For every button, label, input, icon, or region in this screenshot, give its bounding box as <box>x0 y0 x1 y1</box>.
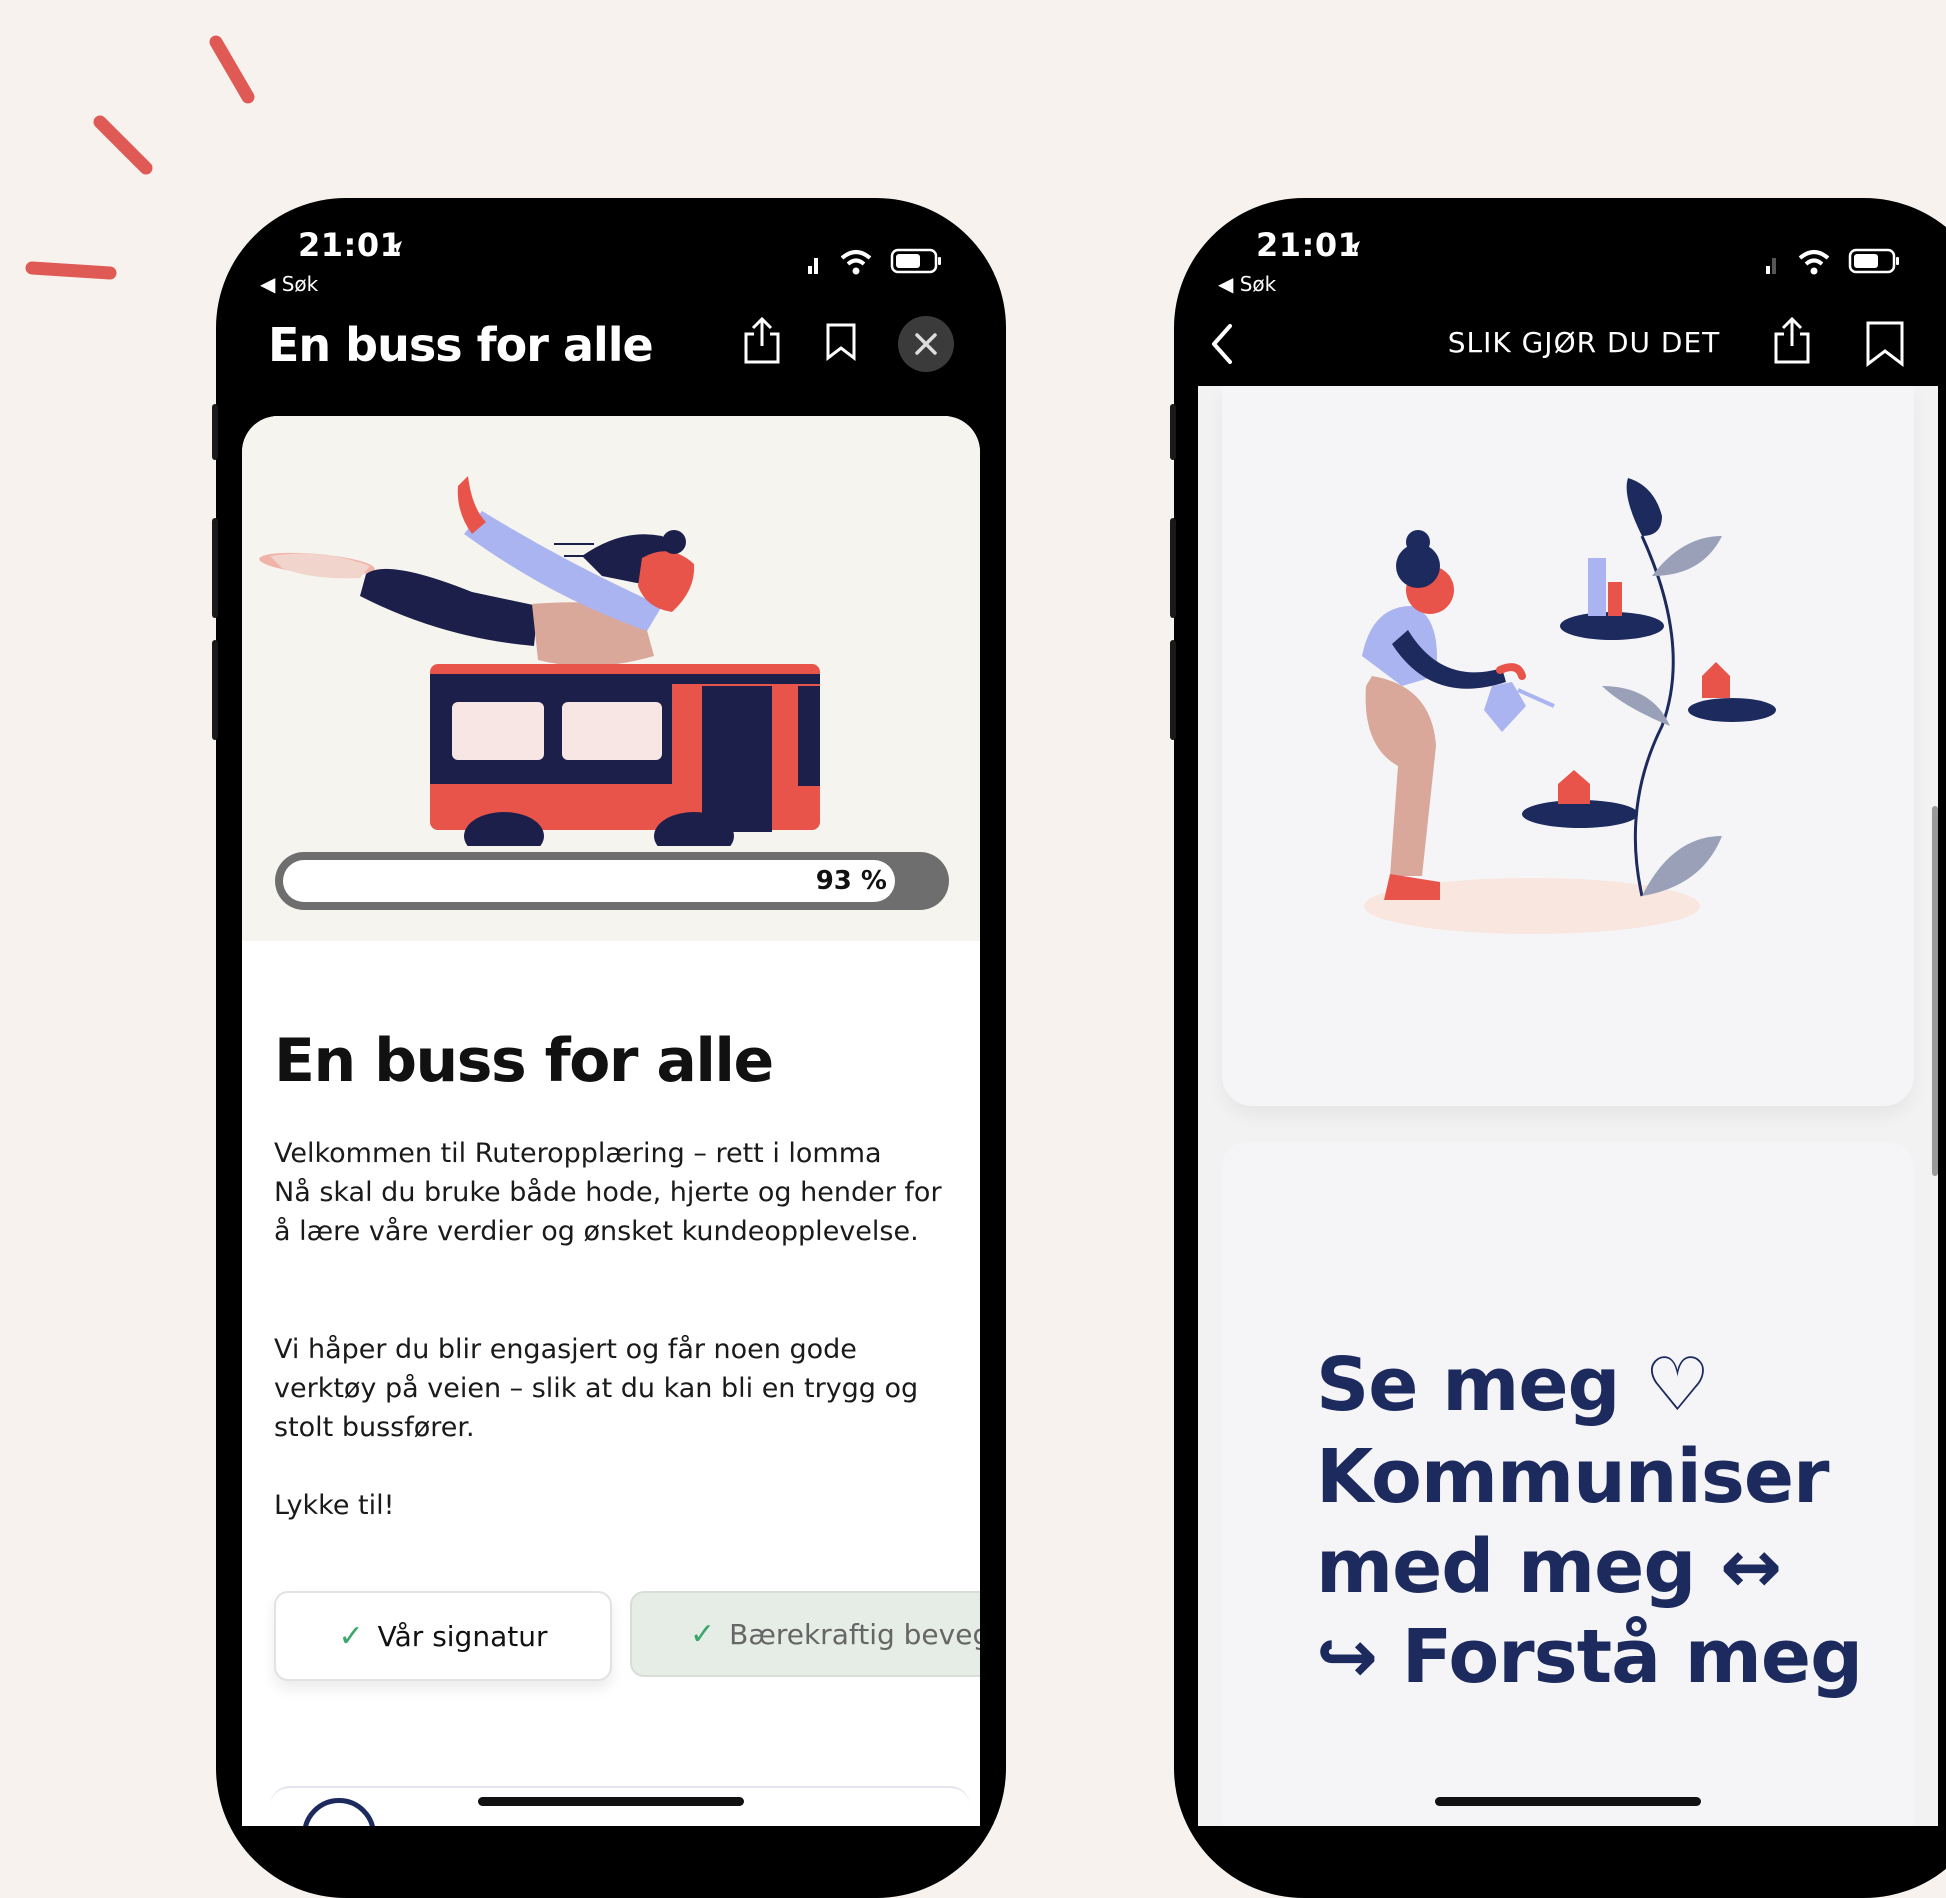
side-button <box>212 404 218 460</box>
volume-down-button <box>212 640 218 740</box>
close-icon <box>915 333 937 355</box>
location-arrow-icon <box>1348 241 1360 254</box>
battery-icon <box>890 248 941 274</box>
illustration-card <box>1222 386 1914 1106</box>
scrollbar-thumb[interactable] <box>1932 806 1938 1176</box>
share-icon[interactable] <box>740 316 784 366</box>
next-card-edge <box>270 1786 970 1826</box>
status-bar: 21:01 ◀ Søk <box>1174 198 1946 308</box>
phone-left: 21:01 ◀ Søk En buss for alle 93 % En bus… <box>212 198 1006 1898</box>
gardener-illustration <box>1362 478 1776 934</box>
progress-fill <box>283 860 895 902</box>
home-indicator <box>478 1797 744 1806</box>
volume-down-button <box>1170 640 1176 740</box>
home-indicator <box>1435 1797 1701 1806</box>
status-icons <box>808 248 941 275</box>
text-line-kommuniser: Kommuniser <box>1316 1434 1830 1520</box>
chip-baerekraftig[interactable]: ✓ Bærekraftig bevege <box>630 1591 980 1677</box>
text-card: Se meg ♡ Kommuniser med meg ↔ ↪ Forstå m… <box>1222 1142 1914 1826</box>
progress-bar: 93 % <box>275 852 949 910</box>
bookmark-icon[interactable] <box>1864 320 1906 368</box>
signal-icon <box>808 258 818 274</box>
content-screen: Se meg ♡ Kommuniser med meg ↔ ↪ Forstå m… <box>1198 386 1938 1826</box>
header-title: SLIK GJØR DU DET <box>1447 326 1721 359</box>
battery-icon <box>1848 248 1899 274</box>
wifi-icon <box>840 250 872 275</box>
check-icon: ✓ <box>338 1618 364 1654</box>
status-icons <box>1766 248 1899 275</box>
share-icon[interactable] <box>1770 316 1814 366</box>
text-line-med-meg: med meg ↔ <box>1316 1524 1782 1610</box>
article-paragraph-3: Lykke til! <box>274 1490 395 1521</box>
bookmark-icon[interactable] <box>824 322 858 362</box>
volume-up-button <box>212 518 218 618</box>
volume-up-button <box>1170 518 1176 618</box>
hero-illustration-area: 93 % <box>242 416 980 941</box>
check-icon: ✓ <box>690 1616 716 1652</box>
back-to-app-link[interactable]: ◀ Søk <box>260 272 318 296</box>
header-title: En buss for alle <box>268 318 654 372</box>
bus-illustration <box>259 476 820 860</box>
close-button[interactable] <box>898 316 954 372</box>
chip-label: Vår signatur <box>377 1619 548 1653</box>
article-title: En buss for alle <box>274 1026 774 1096</box>
chip-var-signatur[interactable]: ✓ Vår signatur <box>274 1591 612 1681</box>
chip-label: Bærekraftig bevege <box>729 1617 980 1651</box>
side-button <box>1170 404 1176 460</box>
article-paragraph-1: Velkommen til Ruteropplæring – rett i lo… <box>274 1138 942 1247</box>
phone-right: 21:01 ◀ Søk SLIK GJØR DU DET Se meg ♡ Ko… <box>1170 198 1946 1898</box>
article-screen: 93 % En buss for alle Velkommen til Rute… <box>242 416 980 1826</box>
article-paragraph-2: Vi håper du blir engasjert og får noen g… <box>274 1334 919 1443</box>
status-bar: 21:01 ◀ Søk <box>216 198 1006 308</box>
progress-label: 93 % <box>815 866 887 896</box>
text-line-forsta-meg: ↪ Forstå meg <box>1316 1614 1863 1700</box>
location-arrow-icon <box>390 241 402 254</box>
text-line-se-meg: Se meg ♡ <box>1316 1342 1711 1428</box>
back-to-app-link[interactable]: ◀ Søk <box>1218 272 1276 296</box>
signal-icon <box>1766 258 1776 274</box>
wifi-icon <box>1798 250 1830 275</box>
